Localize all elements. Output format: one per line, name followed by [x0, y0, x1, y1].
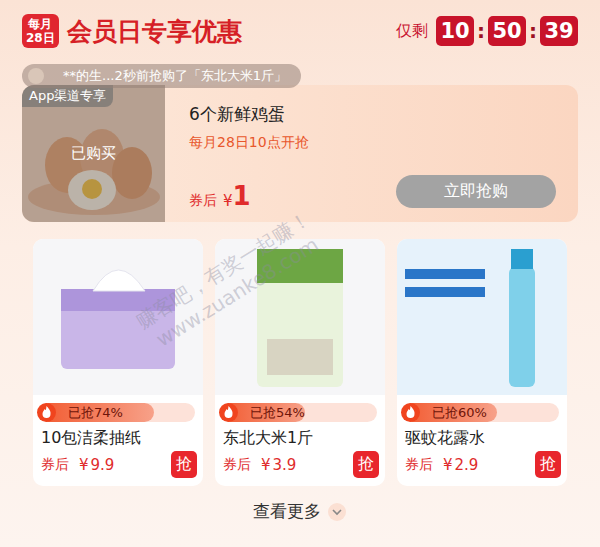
- badge-line: 每月: [28, 17, 52, 31]
- countdown: 10:50:39: [436, 16, 578, 46]
- product-image: [33, 239, 203, 395]
- channel-tag: App渠道专享: [22, 85, 113, 107]
- product-card[interactable]: 已抢54% 东北大米1斤券后 ¥3.9 抢: [215, 239, 385, 486]
- purchase-ticker: ゞ**的生...2秒前抢购了「东北大米1斤」: [22, 64, 301, 88]
- fire-icon: [37, 403, 56, 422]
- price-label: 券后: [189, 192, 217, 210]
- watermark: 赚客吧，有奖一起赚！www.zuanke8.com: [132, 206, 329, 355]
- page-title: 会员日专享优惠: [67, 15, 242, 48]
- sold-text: 已抢54%: [250, 404, 305, 422]
- product-name: 驱蚊花露水: [405, 428, 559, 449]
- ticker-text: ゞ**的生...2秒前抢购了「东北大米1斤」: [50, 68, 287, 83]
- price: 3.9: [273, 456, 297, 474]
- price-label: 券后: [223, 456, 251, 474]
- countdown-separator: :: [477, 19, 485, 43]
- sold-progress: 已抢74%: [39, 403, 195, 422]
- see-more-text: 查看更多: [253, 500, 321, 523]
- grab-button[interactable]: 抢: [171, 451, 197, 478]
- watermark-line: 赚客吧，有奖一起赚！: [132, 206, 316, 335]
- featured-body: 6个新鲜鸡蛋每月28日10点开抢券后 ¥1 立即抢购: [165, 85, 578, 222]
- fire-badge: [219, 403, 238, 422]
- product-icon: [33, 239, 203, 395]
- sold-text: 已抢74%: [68, 404, 123, 422]
- fire-badge: [401, 403, 420, 422]
- sold-text: 已抢60%: [432, 404, 487, 422]
- sold-progress: 已抢60%: [403, 403, 559, 422]
- price: 1: [233, 182, 251, 210]
- currency: ¥: [79, 456, 89, 474]
- product-image: [397, 239, 567, 395]
- product-title: 6个新鲜鸡蛋: [189, 103, 556, 126]
- price-row: 券后 ¥9.9 抢: [41, 451, 197, 478]
- avatar-icon: [28, 68, 44, 84]
- product-name: 10包洁柔抽纸: [41, 428, 195, 449]
- price-label: 券后: [405, 456, 433, 474]
- badge-line: 28日: [26, 31, 55, 45]
- date-badge: 每月28日: [22, 14, 59, 48]
- buy-button[interactable]: 立即抢购: [396, 175, 556, 208]
- price-row: 券后 ¥3.9 抢: [223, 451, 379, 478]
- countdown-separator: :: [529, 19, 537, 43]
- egg-image: App渠道专享已购买: [22, 85, 165, 222]
- watermark-line: www.zuanke8.com: [152, 232, 323, 351]
- featured-wrap: ゞ**的生...2秒前抢购了「东北大米1斤」App渠道专享已购买6个新鲜鸡蛋每月…: [22, 85, 578, 222]
- product-card[interactable]: 已抢60% 驱蚊花露水券后 ¥2.9 抢: [397, 239, 567, 486]
- price-row: 券后 ¥1 立即抢购: [189, 175, 556, 210]
- currency: ¥: [223, 192, 233, 210]
- countdown-box: 10: [436, 16, 474, 46]
- product-icon: [215, 239, 385, 395]
- grab-button[interactable]: 抢: [353, 451, 379, 478]
- sale-time: 每月28日10点开抢: [189, 134, 556, 152]
- product-name: 东北大米1斤: [223, 428, 377, 449]
- grab-button[interactable]: 抢: [535, 451, 561, 478]
- fire-badge: [37, 403, 56, 422]
- see-more[interactable]: 查看更多: [22, 500, 578, 523]
- currency: ¥: [261, 456, 271, 474]
- product-card[interactable]: 已抢74% 10包洁柔抽纸券后 ¥9.9 抢: [33, 239, 203, 486]
- countdown-box: 50: [488, 16, 526, 46]
- fire-icon: [219, 403, 238, 422]
- remain-label: 仅剩: [396, 21, 428, 42]
- currency: ¥: [443, 456, 453, 474]
- product-row: 已抢74%10包洁柔抽纸券后¥9.9抢已抢54%东北大米1斤券后¥3.9抢已抢6…: [22, 239, 578, 486]
- countdown-box: 39: [540, 16, 578, 46]
- featured-card[interactable]: App渠道专享已购买 6个新鲜鸡蛋每月28日10点开抢券后 ¥1 立即抢购: [22, 85, 578, 222]
- price: 2.9: [455, 456, 479, 474]
- chevron-down-icon: [327, 502, 347, 522]
- product-image: [215, 239, 385, 395]
- price-row: 券后 ¥2.9 抢: [405, 451, 561, 478]
- fire-icon: [401, 403, 420, 422]
- sold-progress: 已抢54%: [221, 403, 377, 422]
- header: 每月28日会员日专享优惠仅剩10:50:39: [22, 0, 578, 62]
- product-icon: [397, 239, 567, 395]
- price-label: 券后: [41, 456, 69, 474]
- price: 9.9: [91, 456, 115, 474]
